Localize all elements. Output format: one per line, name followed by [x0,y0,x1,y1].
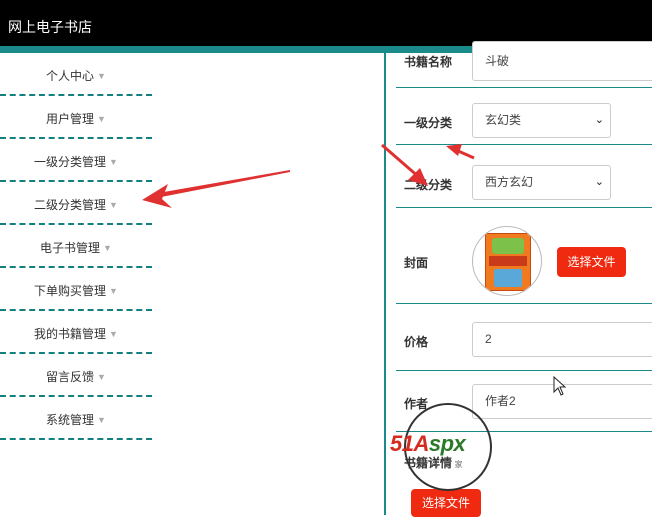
sidebar-item-label: 系统管理 [46,413,95,427]
category2-select[interactable]: 西方玄幻 ⌄ [472,165,611,200]
price-label: 价格 [404,335,429,349]
category2-label: 二级分类 [404,178,453,192]
sidebar-item-label: 一级分类管理 [34,155,107,169]
caret-down-icon: ▼ [103,243,112,253]
form-row-category2: 二级分类 西方玄幻 ⌄ [396,145,652,208]
sidebar-item-label: 个人中心 [46,69,95,83]
sidebar-item-order-management[interactable]: 下单购买管理 ▼ [0,268,152,311]
sidebar-item-label: 用户管理 [46,112,95,126]
cover-label: 封面 [404,256,429,270]
book-name-input[interactable]: 斗破 [472,41,652,81]
category1-label: 一级分类 [404,116,453,130]
price-input[interactable]: 2 [472,322,652,357]
form-row-price: 价格 2 [396,304,652,371]
mouse-pointer-icon [553,376,567,396]
sidebar-item-label: 我的书籍管理 [34,327,107,341]
sidebar: 个人中心 ▼ 用户管理 ▼ 一级分类管理 ▼ 二级分类管理 ▼ 电子书管理 ▼ 下单购买管… [0,53,152,515]
author-label: 作者 [404,397,429,411]
chevron-down-icon: ⌄ [594,176,604,188]
content-divider-line [384,53,386,515]
cover-choose-file-button[interactable]: 选择文件 [557,247,626,277]
sidebar-item-label: 下单购买管理 [34,284,107,298]
cover-thumbnail [472,226,542,296]
caret-down-icon: ▼ [109,157,118,167]
category2-selected-value: 西方玄幻 [485,175,534,189]
caret-down-icon: ▼ [97,71,106,81]
sidebar-item-ebook-management[interactable]: 电子书管理 ▼ [0,225,152,268]
category1-select[interactable]: 玄幻类 ⌄ [472,103,611,138]
sidebar-item-user-management[interactable]: 用户管理 ▼ [0,96,152,139]
book-name-label: 书籍名称 [404,55,453,69]
sidebar-item-personal-center[interactable]: 个人中心 ▼ [0,53,152,96]
sidebar-item-feedback[interactable]: 留言反馈 ▼ [0,354,152,397]
sidebar-item-my-books-management[interactable]: 我的书籍管理 ▼ [0,311,152,354]
sidebar-item-system-management[interactable]: 系统管理 ▼ [0,397,152,440]
caret-down-icon: ▼ [97,415,106,425]
caret-down-icon: ▼ [109,200,118,210]
arrow-to-sidebar-icon [142,170,290,208]
sidebar-item-category1-management[interactable]: 一级分类管理 ▼ [0,139,152,182]
book-cover-image [485,233,531,291]
sidebar-item-label: 留言反馈 [46,370,95,384]
chevron-down-icon: ⌄ [594,114,604,126]
detail-choose-file-button[interactable]: 选择文件 [411,489,481,517]
caret-down-icon: ▼ [97,114,106,124]
form-row-book-name: 书籍名称 斗破 [396,41,652,88]
book-detail-label: 书籍详情 [404,456,453,470]
sidebar-item-label: 电子书管理 [40,241,101,255]
category1-selected-value: 玄幻类 [485,113,522,127]
form-row-category1: 一级分类 玄幻类 ⌄ [396,88,652,145]
caret-down-icon: ▼ [109,286,118,296]
caret-down-icon: ▼ [109,329,118,339]
sidebar-item-category2-management[interactable]: 二级分类管理 ▼ [0,182,152,225]
caret-down-icon: ▼ [97,372,106,382]
top-bar: 网上电子书店 [0,0,652,46]
sidebar-item-label: 二级分类管理 [34,198,107,212]
site-title: 网上电子书店 [8,19,92,35]
form-row-author: 作者 作者2 [396,371,652,432]
